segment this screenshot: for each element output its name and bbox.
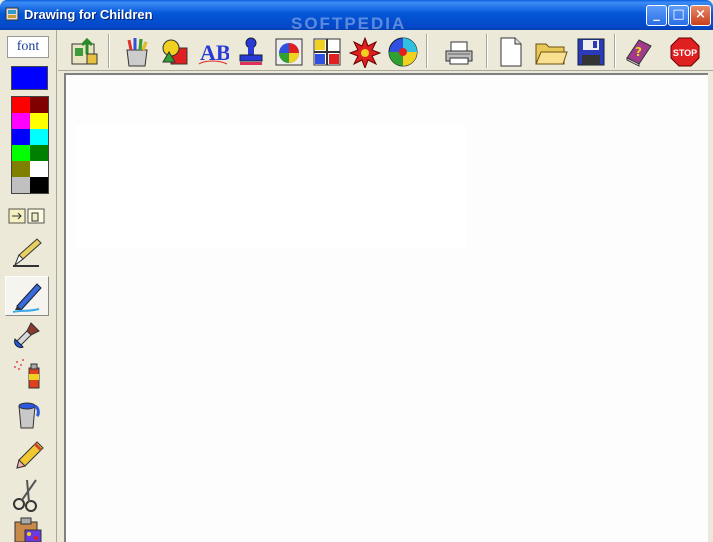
color-swatch[interactable] (12, 161, 30, 177)
color-swatch[interactable] (12, 177, 30, 193)
minimize-button[interactable]: _ (646, 5, 667, 26)
color-swatch[interactable] (12, 97, 30, 113)
brush-icon[interactable] (5, 276, 49, 316)
drawing-canvas[interactable] (64, 73, 708, 542)
printer-icon[interactable] (442, 35, 476, 69)
paint-brush-icon[interactable] (5, 318, 49, 354)
color-swatch[interactable] (12, 145, 30, 161)
color-palette (11, 96, 49, 194)
hand-pointer-icon[interactable] (5, 203, 49, 229)
stamp-icon[interactable] (234, 35, 268, 69)
spray-can-icon[interactable] (5, 356, 49, 392)
pen-icon[interactable] (5, 234, 49, 270)
color-swatch[interactable] (12, 129, 30, 145)
app-icon (5, 7, 19, 21)
open-folder-icon[interactable] (534, 35, 568, 69)
new-page-icon[interactable] (494, 35, 528, 69)
toolbar-separator (486, 34, 488, 68)
toolbar-separator (108, 34, 110, 68)
color-swatch[interactable] (30, 129, 48, 145)
canvas-blank-region (76, 125, 466, 249)
color-swatch[interactable] (30, 113, 48, 129)
toolbar-separator (614, 34, 616, 68)
grid-icon[interactable] (310, 35, 344, 69)
stop-icon[interactable]: STOP (668, 35, 702, 69)
maximize-button[interactable]: □ (668, 5, 689, 26)
star-burst-icon[interactable] (348, 35, 382, 69)
title-bar[interactable]: Drawing for Children SOFTPEDIA _ □ × (0, 0, 713, 33)
color-swatch[interactable] (12, 113, 30, 129)
current-color-swatch[interactable] (11, 66, 48, 90)
color-swatch[interactable] (30, 97, 48, 113)
crayon-icon[interactable] (5, 436, 49, 472)
spiral-icon[interactable] (386, 35, 420, 69)
color-swatch[interactable] (30, 145, 48, 161)
abc-letters-icon[interactable]: AB (196, 35, 230, 69)
left-tool-panel: font (0, 30, 57, 542)
window-title: Drawing for Children (24, 7, 153, 22)
toolbar-separator (426, 34, 428, 68)
main-toolbar: AB ? STOP (58, 30, 713, 71)
color-swatch[interactable] (30, 177, 48, 193)
crayons-jar-icon[interactable] (120, 35, 154, 69)
svg-text:?: ? (635, 45, 642, 59)
save-disk-icon[interactable] (574, 35, 608, 69)
clipboard-icon[interactable] (5, 516, 49, 542)
export-icon[interactable] (68, 35, 102, 69)
svg-text:STOP: STOP (673, 48, 697, 58)
paint-bucket-icon[interactable] (5, 396, 49, 432)
color-swatch[interactable] (30, 161, 48, 177)
font-button[interactable]: font (7, 36, 49, 58)
shapes-icon[interactable] (158, 35, 192, 69)
scissors-icon[interactable] (5, 476, 49, 512)
close-button[interactable]: × (690, 5, 711, 26)
color-wheel-icon[interactable] (272, 35, 306, 69)
help-book-icon[interactable]: ? (622, 35, 656, 69)
